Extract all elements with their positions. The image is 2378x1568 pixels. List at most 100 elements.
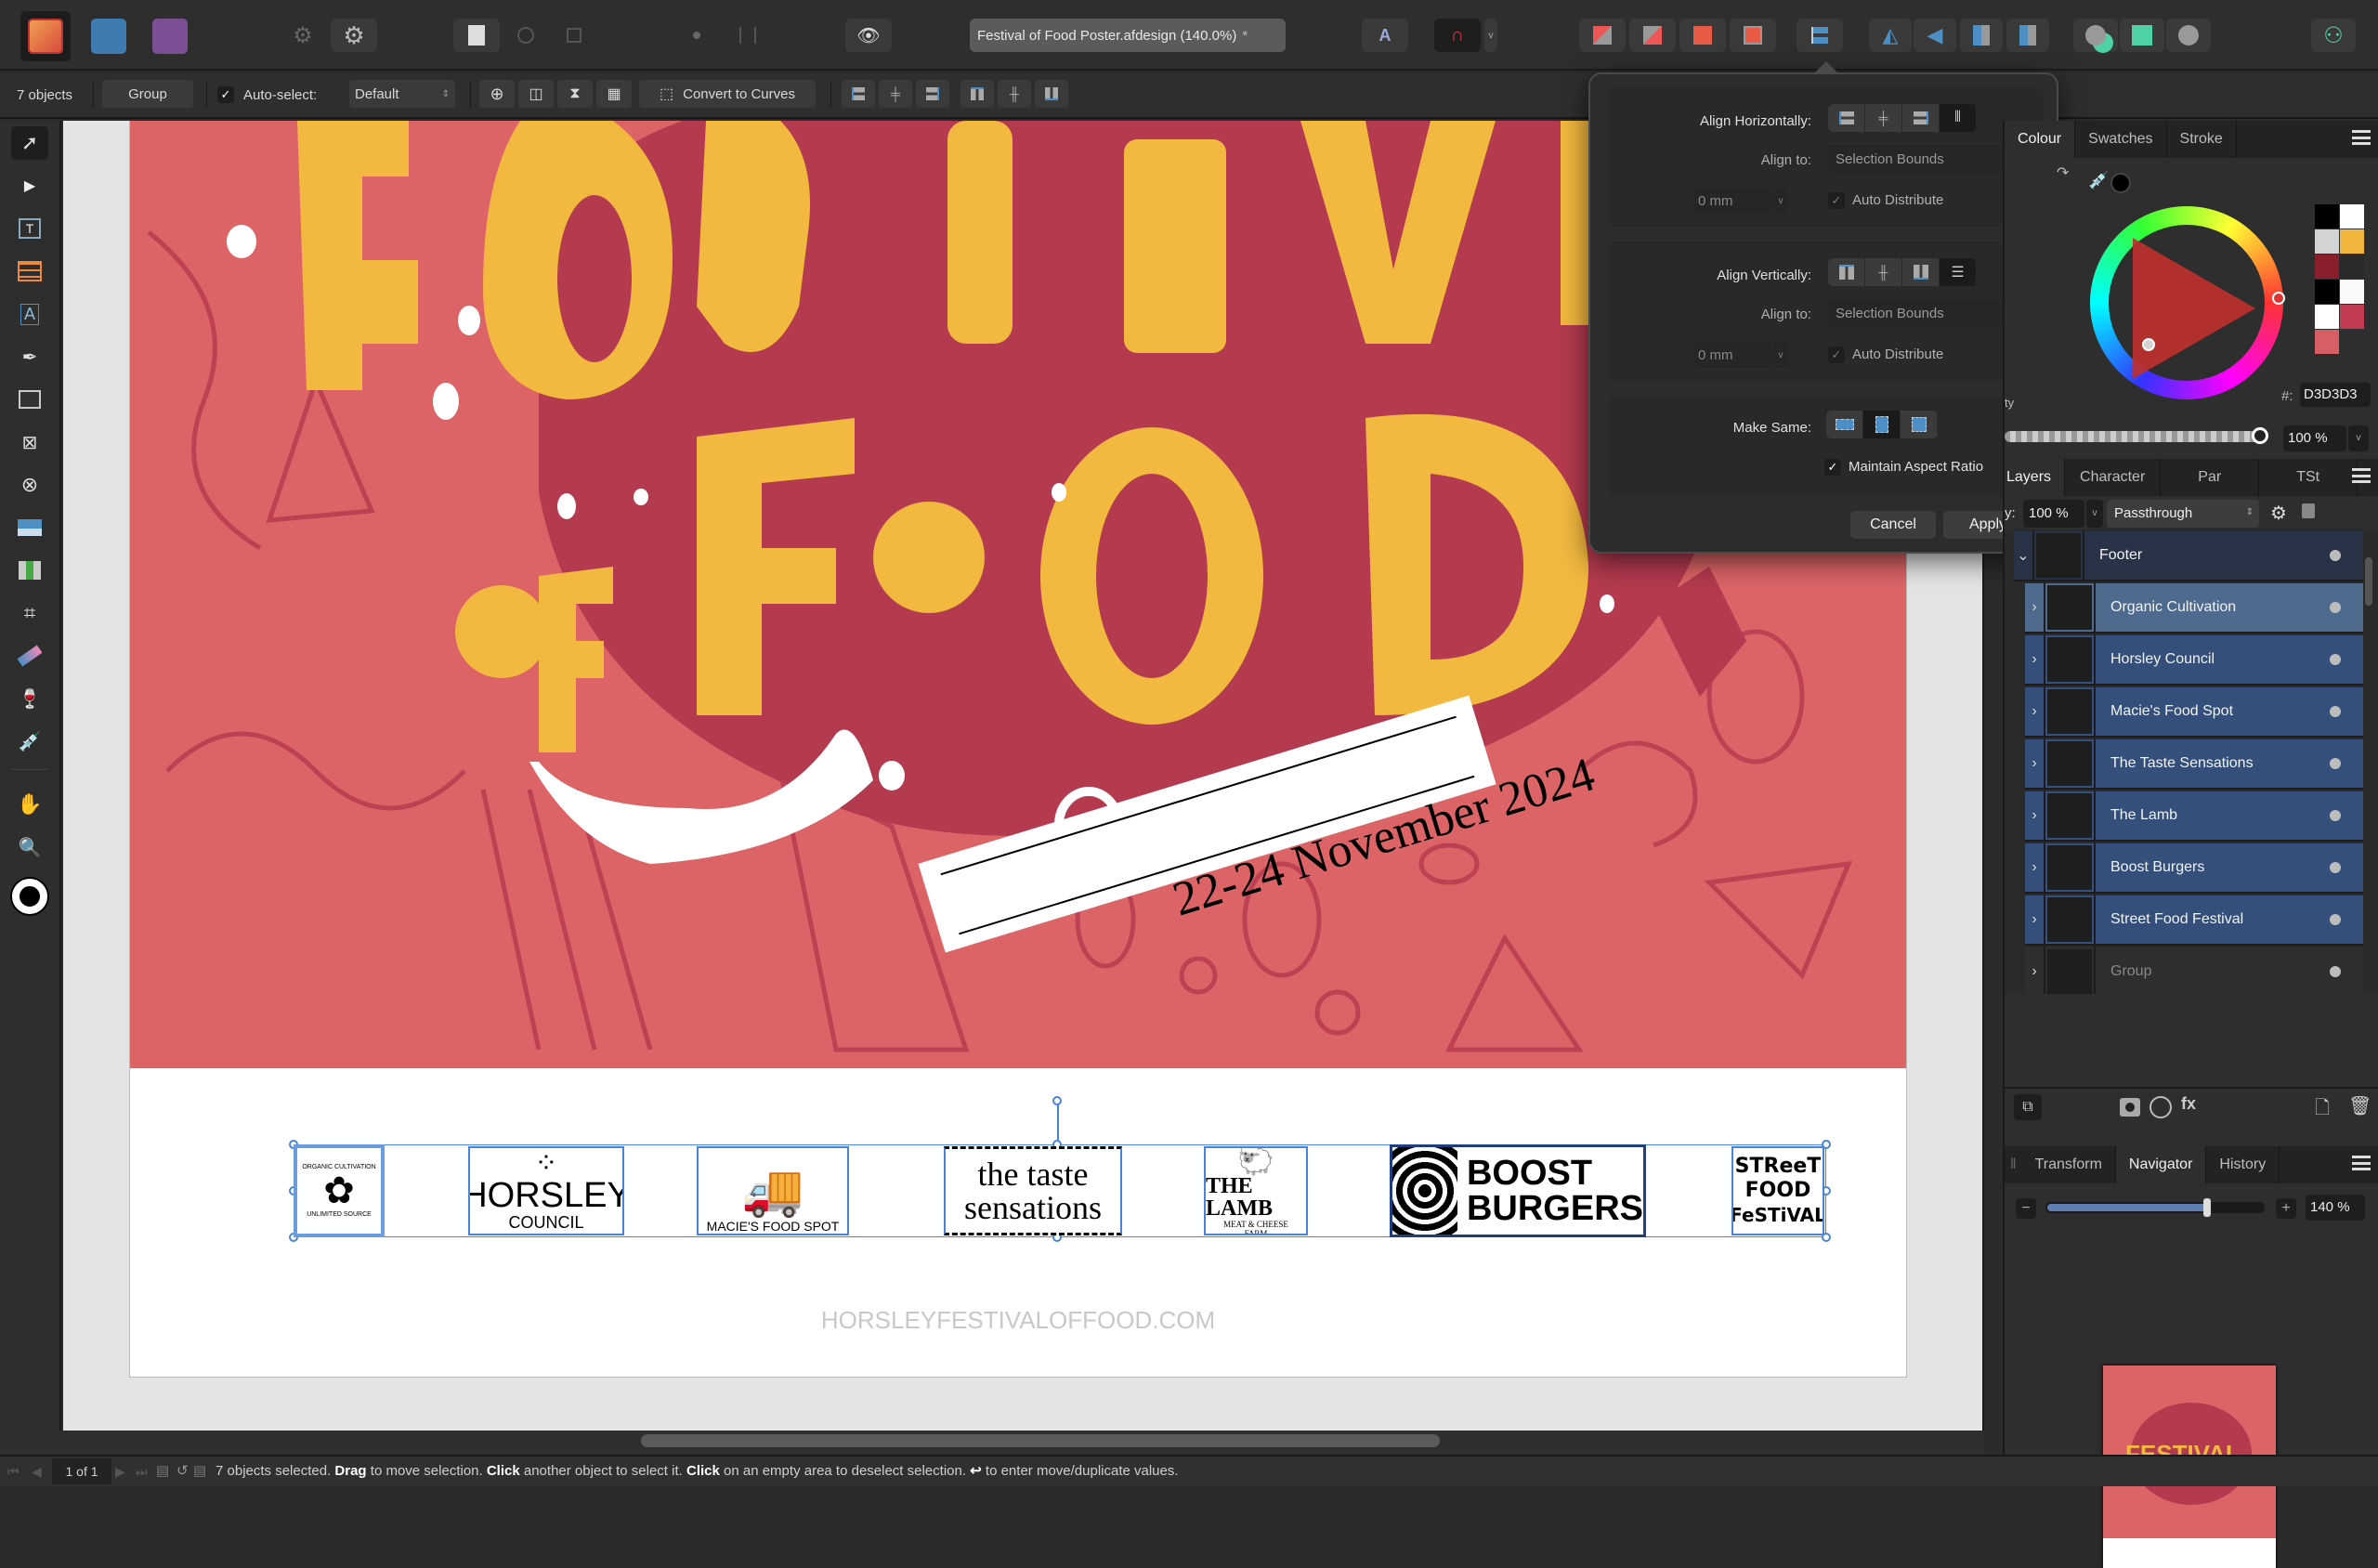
- undo-history-icon[interactable]: ↺: [176, 1462, 189, 1479]
- chevron-right-icon[interactable]: ›: [2025, 791, 2045, 841]
- swatch[interactable]: [2315, 305, 2339, 329]
- previous-page-button[interactable]: ◀: [32, 1464, 42, 1480]
- panel-grip-icon[interactable]: ‖: [2005, 1146, 2022, 1183]
- page-options-2-icon[interactable]: ▤: [193, 1462, 206, 1479]
- group-button[interactable]: Group: [102, 80, 193, 108]
- spacing-field-v[interactable]: 0 mm: [1694, 342, 1770, 368]
- opacity-dropdown[interactable]: v: [2348, 425, 2369, 451]
- logo-organic-cultivation[interactable]: ORGANIC CULTIVATION ✿ UNLIMITED SOURCE: [294, 1144, 385, 1237]
- boolean-intersect-button[interactable]: [2166, 19, 2211, 52]
- blend-mode-select[interactable]: Passthrough ⇕: [2107, 500, 2259, 528]
- opacity-input[interactable]: 100 %: [2283, 425, 2346, 451]
- flip-horizontal-button[interactable]: ◭: [1869, 19, 1912, 52]
- logo-street-food-festival[interactable]: STReeT FOOD FeSTiVAL: [1731, 1146, 1824, 1235]
- space-vertically-button[interactable]: ☰: [1940, 258, 1977, 286]
- tab-text-styles[interactable]: TSt: [2259, 459, 2358, 496]
- pixel-persona-button[interactable]: [84, 11, 134, 61]
- tab-colour[interactable]: Colour: [2005, 121, 2076, 158]
- layer-row[interactable]: › Macie's Food Spot: [2025, 686, 2363, 738]
- align-button[interactable]: [1797, 19, 1843, 52]
- flip-bounds-button[interactable]: ⧗: [557, 80, 593, 108]
- delete-layer-button[interactable]: 🗑: [2348, 1094, 2371, 1117]
- first-page-button[interactable]: ⏮: [7, 1464, 20, 1480]
- swatch[interactable]: [2315, 255, 2339, 279]
- swatch[interactable]: [2315, 204, 2339, 229]
- align-center-button[interactable]: ╪: [1865, 104, 1902, 132]
- page-indicator[interactable]: 1 of 1: [52, 1458, 111, 1484]
- visibility-dot-icon[interactable]: [2330, 706, 2341, 717]
- move-tool[interactable]: ➚: [11, 126, 48, 160]
- swatch[interactable]: [2340, 255, 2364, 279]
- zoom-input[interactable]: 140 %: [2306, 1195, 2365, 1221]
- frame-text-tool[interactable]: T: [11, 212, 48, 245]
- swap-colours-icon[interactable]: ↷: [2057, 163, 2075, 182]
- swatch[interactable]: [2340, 229, 2364, 254]
- visibility-dot-icon[interactable]: [2330, 758, 2341, 769]
- page-options-icon[interactable]: ▤: [156, 1462, 169, 1479]
- move-to-front-button[interactable]: [1730, 19, 1776, 52]
- node-tool[interactable]: ▶: [11, 169, 48, 203]
- pen-tool[interactable]: ✒: [11, 340, 48, 373]
- last-page-button[interactable]: ⏭: [136, 1464, 148, 1480]
- tab-transform[interactable]: Transform: [2022, 1146, 2116, 1183]
- colour-picker-tool[interactable]: 💉: [11, 725, 48, 758]
- designer-persona-button[interactable]: [20, 11, 71, 61]
- transform-origin-button[interactable]: ⊕: [479, 80, 515, 108]
- navigator-panel-menu-icon[interactable]: [2352, 1156, 2371, 1170]
- visibility-dot-icon[interactable]: [2330, 810, 2341, 821]
- tab-stroke[interactable]: Stroke: [2167, 121, 2237, 158]
- chevron-down-icon[interactable]: ⌄: [2014, 530, 2034, 581]
- ctx-align-bottom-button[interactable]: [1035, 80, 1068, 108]
- auto-select-checkbox[interactable]: ✓: [217, 86, 234, 103]
- logo-macies-food-spot[interactable]: 🚚 MACIE'S FOOD SPOT: [697, 1146, 849, 1235]
- arrange-layers-button[interactable]: ⧉: [2014, 1094, 2042, 1120]
- ctx-align-right-button[interactable]: [916, 80, 949, 108]
- snapping-button[interactable]: ∩: [1434, 19, 1481, 52]
- visibility-dot-icon[interactable]: [2330, 966, 2341, 977]
- chevron-right-icon[interactable]: ›: [2025, 895, 2045, 945]
- align-right-button[interactable]: [1902, 104, 1940, 132]
- saturation-handle[interactable]: [2142, 338, 2155, 351]
- zoom-tool[interactable]: 🔍: [11, 830, 48, 864]
- export-persona-button[interactable]: [145, 11, 195, 61]
- text-frame-button[interactable]: A: [1362, 19, 1408, 52]
- view-mode-clip-button[interactable]: [557, 19, 591, 52]
- zoom-slider[interactable]: [2045, 1198, 2265, 1217]
- layer-row[interactable]: › Boost Burgers: [2025, 843, 2363, 894]
- logo-the-lamb[interactable]: 🐑 THE LAMB MEAT & CHEESE FARM: [1204, 1146, 1308, 1235]
- layer-row[interactable]: › Street Food Festival: [2025, 895, 2363, 946]
- cancel-button[interactable]: Cancel: [1850, 511, 1936, 539]
- align-top-button[interactable]: [1828, 258, 1865, 286]
- layer-settings-gear-icon[interactable]: ⚙: [2270, 502, 2287, 525]
- swatch[interactable]: [2340, 305, 2364, 329]
- tab-character[interactable]: Character: [2065, 459, 2162, 496]
- horizontal-scrollbar-thumb[interactable]: [641, 1434, 1440, 1447]
- adjustment-button[interactable]: [2149, 1096, 2172, 1118]
- ctx-align-left-button[interactable]: [842, 80, 875, 108]
- pin-button[interactable]: [687, 19, 706, 52]
- make-same-size-button[interactable]: [1901, 411, 1938, 438]
- table-tool[interactable]: [11, 255, 48, 288]
- hand-tool[interactable]: ✋: [11, 788, 48, 821]
- chevron-right-icon[interactable]: ›: [2025, 947, 2045, 994]
- chevron-right-icon[interactable]: ›: [2025, 582, 2045, 633]
- swatch[interactable]: [2315, 330, 2339, 354]
- hex-input[interactable]: D3D3D3: [2300, 383, 2371, 407]
- layer-opacity-input[interactable]: 100 %: [2023, 500, 2084, 528]
- auto-distribute-checkbox-v[interactable]: ✓: [1828, 346, 1845, 363]
- space-horizontally-button[interactable]: ⦀: [1940, 104, 1977, 132]
- align-middle-button[interactable]: ╫: [1865, 258, 1902, 286]
- visibility-dot-icon[interactable]: [2330, 654, 2341, 665]
- opacity-slider[interactable]: [2005, 427, 2268, 444]
- zoom-out-button[interactable]: −: [2016, 1198, 2036, 1219]
- boolean-add-button[interactable]: [2073, 19, 2118, 52]
- move-back-one-button[interactable]: [1629, 19, 1676, 52]
- account-button[interactable]: ⚇: [2311, 19, 2356, 52]
- add-layer-button[interactable]: 🗋: [2315, 1094, 2330, 1126]
- maintain-aspect-ratio-checkbox[interactable]: ✓: [1824, 459, 1841, 476]
- tab-paragraph[interactable]: Par: [2161, 459, 2260, 496]
- ctx-align-top-button[interactable]: [960, 80, 994, 108]
- layers-panel-menu-icon[interactable]: [2352, 468, 2371, 483]
- artistic-text-tool[interactable]: A: [11, 297, 48, 331]
- place-image-tool[interactable]: [11, 511, 48, 544]
